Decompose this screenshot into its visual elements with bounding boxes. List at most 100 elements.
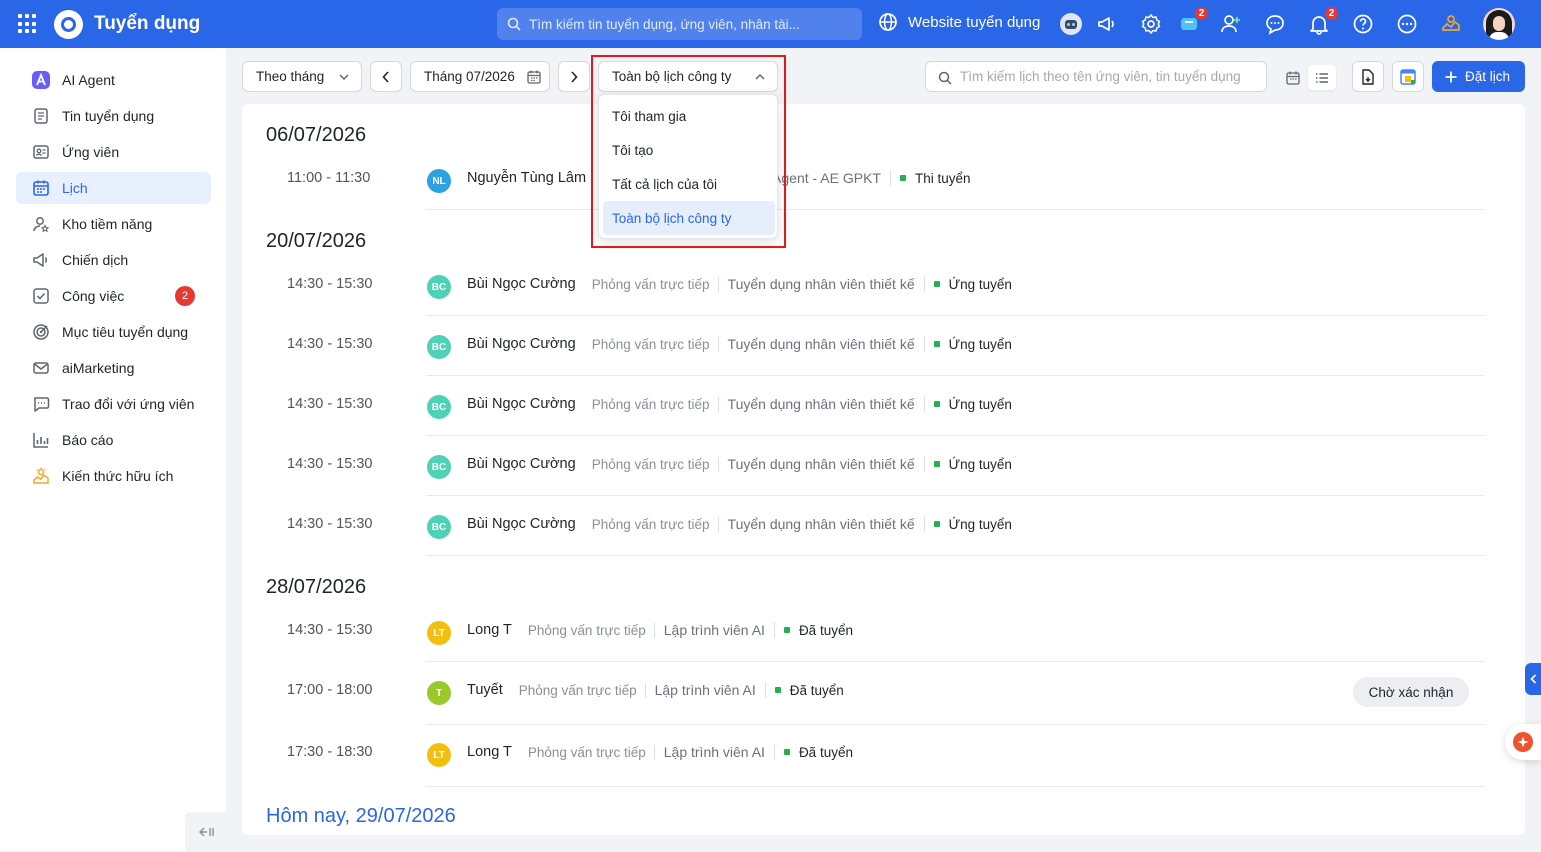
candidate-name[interactable]: Long T	[467, 744, 512, 760]
candidate-name[interactable]: Bùi Ngọc Cường	[467, 396, 576, 412]
schedule-search-input[interactable]: Tìm kiếm lịch theo tên ứng viên, tin tuy…	[925, 61, 1267, 92]
megaphone-icon	[33, 253, 47, 267]
schedule-event[interactable]: 11:00 - 11:30 NL Nguyễn Tùng Lâm Agent -…	[242, 168, 1525, 228]
list-view-button[interactable]	[1308, 65, 1336, 90]
lightbulb-icon[interactable]	[1439, 12, 1463, 36]
schedule-event[interactable]: 14:30 - 15:30 BC Bùi Ngọc Cường Phỏng vấ…	[242, 334, 1525, 394]
calendar-view-button[interactable]	[1279, 65, 1306, 90]
sidebar-item-ai-agent[interactable]: AI Agent	[16, 64, 211, 96]
more-options-icon[interactable]	[1395, 12, 1419, 36]
candidate-name[interactable]: Long T	[467, 622, 512, 638]
sidebar-item-talent-pool[interactable]: Kho tiềm năng	[16, 208, 211, 240]
apps-grid-icon[interactable]	[18, 14, 38, 34]
notification-bell-icon[interactable]: 2	[1307, 6, 1339, 36]
id-card-icon	[33, 145, 49, 159]
google-calendar-button[interactable]	[1392, 61, 1424, 92]
date-heading: 06/07/2026	[266, 124, 367, 146]
row-divider	[426, 724, 1485, 725]
sidebar-item-aimarketing[interactable]: aiMarketing	[16, 352, 211, 384]
settings-gear-icon[interactable]	[1139, 12, 1163, 36]
date-heading: 20/07/2026	[266, 230, 367, 252]
schedule-event[interactable]: 14:30 - 15:30 BC Bùi Ngọc Cường Phỏng vấ…	[242, 394, 1525, 454]
candidate-name[interactable]: Nguyễn Tùng Lâm	[467, 170, 586, 186]
view-mode-select[interactable]: Theo tháng	[242, 61, 362, 92]
book-schedule-button[interactable]: Đặt lịch	[1432, 61, 1525, 92]
event-type: Phỏng vấn trực tiếp	[592, 276, 719, 292]
candidate-name[interactable]: Bùi Ngọc Cường	[467, 456, 576, 472]
next-month-button[interactable]	[558, 61, 590, 92]
assistant-icon	[1513, 732, 1533, 752]
sidebar-item-calendar[interactable]: Lịch	[16, 172, 211, 204]
sidebar-item-label: Ứng viên	[62, 144, 120, 160]
candidate-name[interactable]: Bùi Ngọc Cường	[467, 336, 576, 352]
row-divider	[426, 661, 1485, 662]
chevron-left-icon	[1529, 674, 1536, 684]
sidebar-item-goals[interactable]: Mục tiêu tuyển dụng	[16, 316, 211, 348]
expand-panel-button[interactable]	[1525, 663, 1541, 695]
stage-dot	[783, 749, 790, 755]
schedule-event[interactable]: 14:30 - 15:30 LT Long T Phỏng vấn trực t…	[242, 620, 1525, 680]
event-time: 14:30 - 15:30	[287, 336, 373, 352]
calendar-scope-select[interactable]: Toàn bộ lịch công ty	[598, 61, 778, 92]
view-toggle	[1275, 61, 1339, 92]
schedule-event[interactable]: 14:30 - 15:30 BC Bùi Ngọc Cường Phỏng vấ…	[242, 454, 1525, 514]
calendar-icon	[33, 180, 49, 196]
stage-label: Ứng tuyển	[948, 516, 1012, 532]
global-search-input[interactable]: Tìm kiếm tin tuyển dụng, ứng viên, nhân …	[497, 8, 862, 40]
stage-dot	[783, 627, 790, 633]
sidebar-item-reports[interactable]: Báo cáo	[16, 424, 211, 456]
scope-option-participating[interactable]: Tôi tham gia	[603, 99, 775, 133]
sidebar-item-tasks[interactable]: Công việc 2	[16, 280, 211, 312]
robot-icon[interactable]	[1059, 12, 1083, 36]
event-stage: Thi tuyển	[899, 170, 971, 186]
candidate-avatar: BC	[427, 455, 451, 479]
export-button[interactable]	[1352, 61, 1384, 92]
scope-option-company[interactable]: Toàn bộ lịch công ty	[603, 201, 775, 235]
help-icon[interactable]	[1351, 12, 1375, 36]
sidebar-item-jobs[interactable]: Tin tuyển dụng	[16, 100, 211, 132]
ai-agent-icon	[32, 71, 50, 89]
schedule-event[interactable]: 17:30 - 18:30 LT Long T Phỏng vấn trực t…	[242, 742, 1525, 802]
megaphone-icon[interactable]	[1095, 12, 1119, 36]
globe-icon	[879, 13, 897, 31]
event-job: Tuyển dụng nhân viên thiết kế	[728, 276, 925, 292]
add-user-icon[interactable]	[1219, 12, 1243, 36]
candidate-name[interactable]: Bùi Ngọc Cường	[467, 276, 576, 292]
user-avatar[interactable]	[1483, 8, 1515, 40]
date-heading: 28/07/2026	[266, 576, 367, 598]
scope-option-all-mine[interactable]: Tất cả lịch của tôi	[603, 167, 775, 201]
scope-option-created[interactable]: Tôi tạo	[603, 133, 775, 167]
event-time: 14:30 - 15:30	[287, 516, 373, 532]
collapse-sidebar-button[interactable]	[185, 812, 226, 852]
row-divider	[426, 375, 1485, 376]
sidebar-item-campaigns[interactable]: Chiến dịch	[16, 244, 211, 276]
chevron-up-icon	[755, 73, 765, 80]
month-picker[interactable]: Tháng 07/2026	[410, 61, 550, 92]
event-time: 17:30 - 18:30	[287, 744, 373, 760]
sidebar-item-label: Lịch	[62, 180, 88, 196]
sidebar-item-label: aiMarketing	[62, 360, 135, 376]
schedule-event[interactable]: 14:30 - 15:30 BC Bùi Ngọc Cường Phỏng vấ…	[242, 274, 1525, 334]
candidate-name[interactable]: Tuyết	[467, 682, 503, 698]
candidate-name[interactable]: Bùi Ngọc Cường	[467, 516, 576, 532]
google-calendar-icon	[1400, 68, 1416, 85]
website-link[interactable]: Website tuyển dụng	[878, 12, 1040, 32]
schedule-list: 06/07/2026 11:00 - 11:30 NL Nguyễn Tùng …	[242, 104, 1525, 835]
chat-icon[interactable]	[1263, 12, 1287, 36]
sidebar-item-messages[interactable]: Trao đổi với ứng viên	[16, 388, 211, 420]
sidebar-item-label: Trao đổi với ứng viên	[62, 396, 195, 412]
sidebar-item-knowledge[interactable]: Kiến thức hữu ích	[16, 460, 211, 492]
event-job: Tuyển dụng nhân viên thiết kế	[728, 516, 925, 532]
status-pill[interactable]: Chờ xác nhận	[1353, 677, 1469, 707]
event-time: 14:30 - 15:30	[287, 396, 373, 412]
sidebar-item-label: AI Agent	[62, 72, 115, 88]
sidebar-item-candidates[interactable]: Ứng viên	[16, 136, 211, 168]
schedule-event[interactable]: 14:30 - 15:30 BC Bùi Ngọc Cường Phỏng vấ…	[242, 514, 1525, 574]
schedule-event[interactable]: 17:00 - 18:00 T Tuyết Phỏng vấn trực tiế…	[242, 677, 1525, 740]
assistant-float-button[interactable]	[1505, 724, 1541, 760]
previous-month-button[interactable]	[370, 61, 402, 92]
sidebar-item-label: Tin tuyển dụng	[62, 108, 155, 124]
bar-chart-icon	[33, 433, 49, 448]
cart-icon[interactable]: 2	[1177, 6, 1209, 36]
stage-label: Thi tuyển	[914, 170, 971, 186]
